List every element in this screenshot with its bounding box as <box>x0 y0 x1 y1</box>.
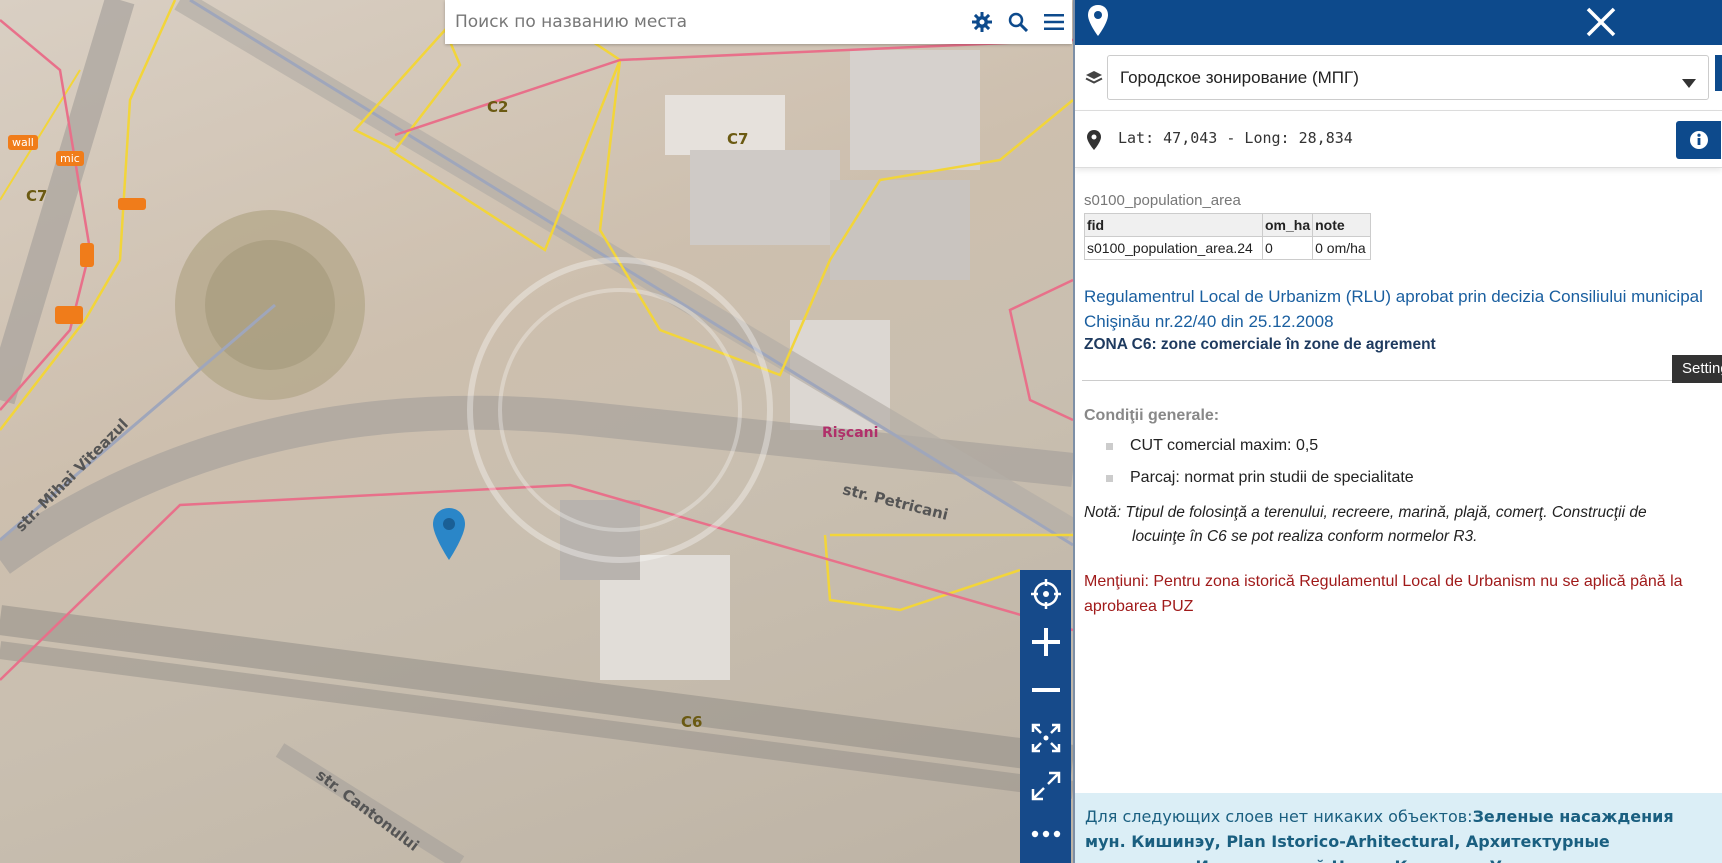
layer-row: Городское зонирование (МПГ) <box>1075 45 1722 111</box>
bullet-icon <box>1106 442 1113 450</box>
fullscreen-icon[interactable] <box>1020 762 1071 810</box>
rlu-link[interactable]: Regulamentrul Local de Urbanizm (RLU) ap… <box>1084 284 1720 334</box>
mentions-text: Menţiuni: Pentru zona istorică Regulamen… <box>1084 573 1683 615</box>
map-canvas <box>0 0 1073 863</box>
layer-select-value: Городское зонирование (МПГ) <box>1120 67 1359 87</box>
layer-action-button[interactable] <box>1715 55 1722 91</box>
list-item-text: Parcaj: normat prin studii de specialita… <box>1130 469 1414 486</box>
table-cell: 0 om/ha <box>1312 236 1372 260</box>
table-header: om_ha <box>1261 213 1314 237</box>
map-pin-small-icon <box>1087 130 1101 154</box>
search-input[interactable] <box>445 0 964 44</box>
poi-orange-2[interactable] <box>80 243 94 267</box>
panel-content: s0100_population_area fid om_ha note s01… <box>1082 192 1722 619</box>
bullet-icon <box>1106 474 1113 482</box>
table-cell: 0 <box>1261 236 1314 260</box>
attribute-table: fid om_ha note s0100_population_area.24 … <box>1084 213 1372 260</box>
location-marker-icon[interactable] <box>433 508 465 560</box>
district-label: Rişcani <box>822 425 879 441</box>
chevron-down-icon <box>1682 73 1696 93</box>
note-label: Notă: <box>1084 504 1122 521</box>
zone-label-c2: C2 <box>487 98 509 116</box>
zone-label-c7: C7 <box>727 130 749 148</box>
zoom-out-icon[interactable] <box>1020 666 1071 714</box>
list-item: CUT comercial maxim: 0,5 <box>1106 437 1722 455</box>
divider <box>1082 380 1722 381</box>
note-text: Notă: Ttipul de folosinţă a terenului, r… <box>1084 501 1704 549</box>
poi-mic[interactable]: mic <box>56 151 84 166</box>
layers-icon <box>1085 70 1103 90</box>
list-item: Parcaj: normat prin studii de specialita… <box>1106 469 1722 487</box>
zoom-extent-icon[interactable] <box>1020 714 1071 762</box>
table-cell: s0100_population_area.24 <box>1084 236 1263 260</box>
table-header: fid <box>1084 213 1263 237</box>
gear-icon[interactable] <box>964 0 1000 44</box>
poi-orange-3[interactable] <box>55 306 83 324</box>
zone-title: ZONA C6: zone comerciale în zone de agre… <box>1084 336 1436 353</box>
layer-title: s0100_population_area <box>1084 192 1241 209</box>
list-item-text: CUT comercial maxim: 0,5 <box>1130 437 1319 454</box>
search-bar <box>445 0 1072 44</box>
menu-icon[interactable] <box>1036 0 1072 44</box>
table-header: note <box>1312 213 1372 237</box>
locate-icon[interactable] <box>1020 570 1071 618</box>
map-view[interactable]: C2 C7 C7 C6 Rişcani str. Mihai Viteazul … <box>0 0 1073 863</box>
poi-orange-1[interactable] <box>118 198 146 210</box>
empty-layers-note: Для следующих слоев нет никаких объектов… <box>1075 793 1722 863</box>
note-body: Ttipul de folosinţă a terenului, recreer… <box>1125 504 1647 545</box>
zoom-in-icon[interactable] <box>1020 618 1071 666</box>
table-row: s0100_population_area.24 0 0 om/ha <box>1084 236 1372 260</box>
coordinates-text: Lat: 47,043 - Long: 28,834 <box>1118 129 1353 147</box>
search-icon[interactable] <box>1000 0 1036 44</box>
conditions-title: Condiţii generale: <box>1084 407 1220 424</box>
map-controls <box>1020 570 1071 863</box>
zone-label-c6: C6 <box>681 713 703 731</box>
empty-layers-prefix: Для следующих слоев нет никаких объектов… <box>1085 807 1473 826</box>
info-button[interactable] <box>1676 121 1721 159</box>
more-icon[interactable] <box>1020 810 1071 858</box>
settings-tab[interactable]: Settings <box>1672 355 1722 383</box>
coordinates-row: Lat: 47,043 - Long: 28,834 <box>1075 111 1722 168</box>
map-pin-icon <box>1087 4 1109 42</box>
panel-header <box>1075 0 1722 45</box>
close-icon[interactable] <box>1585 6 1617 42</box>
zone-label-c7-left: C7 <box>26 187 48 205</box>
poi-wall[interactable]: wall <box>8 135 38 150</box>
layer-select[interactable]: Городское зонирование (МПГ) <box>1107 55 1709 100</box>
table-header-row: fid om_ha note <box>1084 213 1372 237</box>
